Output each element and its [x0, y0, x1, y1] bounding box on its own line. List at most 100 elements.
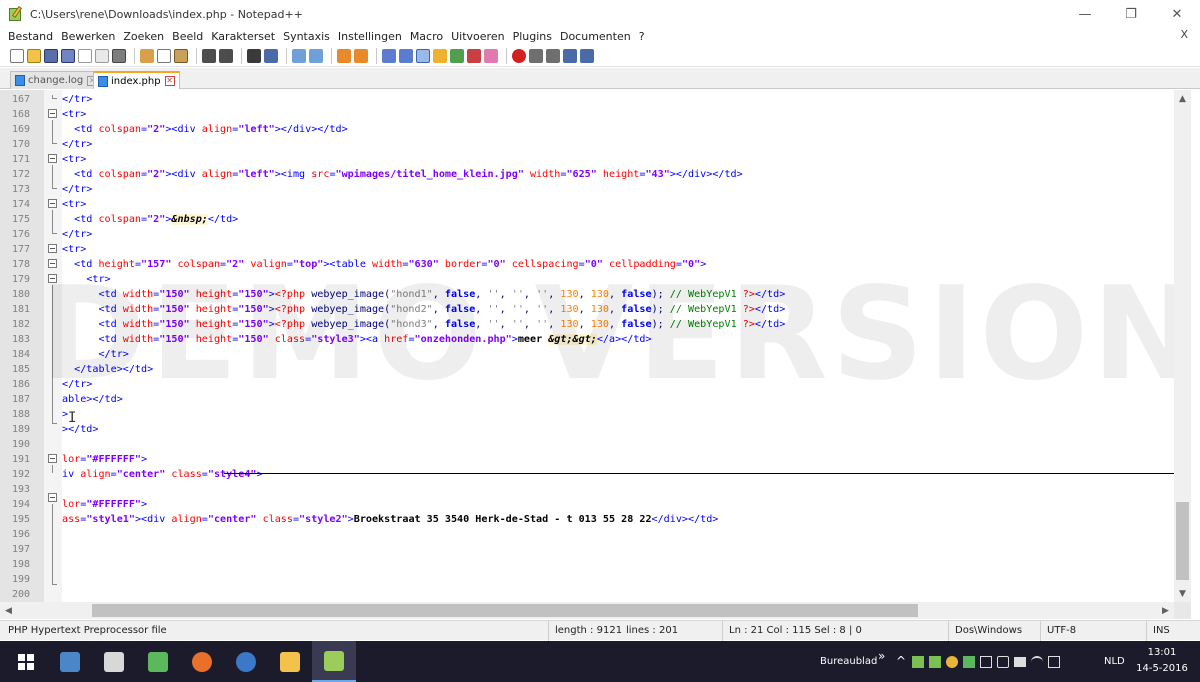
- copy-icon[interactable]: [157, 48, 171, 63]
- tray-app-icon[interactable]: [929, 655, 941, 668]
- scroll-left-icon[interactable]: ◀: [0, 602, 17, 619]
- code-line[interactable]: 180 <td width="150" height="150"><?php w…: [12, 287, 1174, 302]
- code-text[interactable]: <td width="150" height="150" class="styl…: [62, 332, 652, 347]
- code-text[interactable]: able></td>: [62, 392, 123, 407]
- code-line[interactable]: 185 </table></td>: [12, 362, 1174, 377]
- code-line[interactable]: 177 <tr>: [12, 242, 1174, 257]
- code-text[interactable]: </tr>: [62, 347, 128, 362]
- code-line[interactable]: 178 <td height="157" colspan="2" valign=…: [12, 257, 1174, 272]
- tray-app-icon[interactable]: [946, 655, 958, 668]
- print-icon[interactable]: [112, 48, 126, 63]
- code-line[interactable]: 167 </tr>: [12, 92, 1174, 107]
- code-line[interactable]: 186 </tr>: [12, 377, 1174, 392]
- fold-toggle-icon[interactable]: [48, 199, 57, 208]
- code-line[interactable]: 169 <td colspan="2"><div align="left"></…: [12, 122, 1174, 137]
- scroll-down-icon[interactable]: ▼: [1174, 585, 1191, 602]
- word-wrap-icon[interactable]: [382, 48, 396, 63]
- code-line[interactable]: 182 <td width="150" height="150"><?php w…: [12, 317, 1174, 332]
- fold-margin[interactable]: [44, 90, 62, 602]
- code-editor[interactable]: 167 </tr> 168 <tr> 169 <td colspan="2"><div …: [0, 90, 1200, 602]
- code-text[interactable]: <td width="150" height="150"><?php webye…: [62, 317, 785, 332]
- sync-horizontal-icon[interactable]: [354, 48, 368, 63]
- code-text[interactable]: <td colspan="2"><div align="left"></div>…: [62, 122, 348, 137]
- code-line[interactable]: 191 lor="#FFFFFF">: [12, 452, 1174, 467]
- menu-beeld[interactable]: Beeld: [172, 30, 203, 43]
- code-line[interactable]: 175 <td colspan="2">&nbsp;</td>: [12, 212, 1174, 227]
- close-file-icon[interactable]: [78, 48, 92, 63]
- fold-toggle-icon[interactable]: [48, 244, 57, 253]
- fold-toggle-icon[interactable]: [48, 274, 57, 283]
- redo-icon[interactable]: [219, 48, 233, 63]
- taskbar-app-file-explorer[interactable]: [268, 641, 312, 682]
- code-line[interactable]: 183 <td width="150" height="150" class="…: [12, 332, 1174, 347]
- minimize-button[interactable]: —: [1062, 0, 1108, 28]
- taskbar-app-network[interactable]: [48, 641, 92, 682]
- fold-toggle-icon[interactable]: [48, 154, 57, 163]
- code-text[interactable]: <td width="150" height="150"><?php webye…: [62, 302, 785, 317]
- close-all-icon[interactable]: [95, 48, 109, 63]
- horizontal-scrollbar[interactable]: ◀ ▶: [0, 602, 1174, 619]
- menu-instellingen[interactable]: Instellingen: [338, 30, 402, 43]
- fold-toggle-icon[interactable]: [48, 109, 57, 118]
- open-file-icon[interactable]: [27, 48, 41, 63]
- horizontal-scroll-thumb[interactable]: [92, 604, 918, 617]
- menu-zoeken[interactable]: Zoeken: [123, 30, 164, 43]
- taskbar-app-notepad-plus-plus[interactable]: [312, 641, 356, 682]
- code-line[interactable]: 172 <td colspan="2"><div align="left"><i…: [12, 167, 1174, 182]
- tab-index-php[interactable]: index.php ✕: [93, 71, 180, 89]
- code-line[interactable]: 197: [12, 542, 1174, 557]
- show-hidden-icons[interactable]: ^: [896, 641, 906, 682]
- user-defined-language-icon[interactable]: [433, 48, 447, 63]
- menu-plugins[interactable]: Plugins: [513, 30, 552, 43]
- menu-karakterset[interactable]: Karakterset: [211, 30, 275, 43]
- scroll-right-icon[interactable]: ▶: [1157, 602, 1174, 619]
- code-line[interactable]: 200: [12, 587, 1174, 602]
- status-insert-mode[interactable]: INS: [1146, 621, 1200, 641]
- code-text[interactable]: <td height="157" colspan="2" valign="top…: [62, 257, 706, 272]
- code-text[interactable]: <tr>: [62, 197, 86, 212]
- record-macro-icon[interactable]: [512, 48, 526, 63]
- code-line[interactable]: 168 <tr>: [12, 107, 1174, 122]
- code-line[interactable]: 174 <tr>: [12, 197, 1174, 212]
- code-line[interactable]: 192 iv align="center" class="style4">: [12, 467, 1174, 482]
- code-text-area[interactable]: 167 </tr> 168 <tr> 169 <td colspan="2"><div …: [12, 90, 1174, 602]
- action-center-icon[interactable]: [1048, 655, 1060, 668]
- code-text[interactable]: </tr>: [62, 227, 92, 242]
- code-line[interactable]: 187 able></td>: [12, 392, 1174, 407]
- indent-guide-icon[interactable]: [416, 48, 430, 63]
- cut-icon[interactable]: [140, 48, 154, 63]
- find-icon[interactable]: [247, 48, 261, 63]
- input-language[interactable]: NLD: [1104, 641, 1125, 682]
- document-map-icon[interactable]: [450, 48, 464, 63]
- display-icon[interactable]: [980, 655, 992, 668]
- code-line[interactable]: 198: [12, 557, 1174, 572]
- save-all-icon[interactable]: [61, 48, 75, 63]
- code-text[interactable]: <tr>: [62, 152, 86, 167]
- code-text[interactable]: <td colspan="2">&nbsp;</td>: [62, 212, 238, 227]
- taskbar-app-thunderbird[interactable]: [224, 641, 268, 682]
- volume-icon[interactable]: [997, 655, 1009, 668]
- scroll-up-icon[interactable]: ▲: [1174, 90, 1191, 107]
- status-encoding[interactable]: UTF-8: [1040, 621, 1146, 641]
- vertical-scrollbar[interactable]: ▲ ▼: [1174, 90, 1191, 602]
- code-text[interactable]: <tr>: [62, 107, 86, 122]
- maximize-button[interactable]: ❐: [1108, 0, 1154, 28]
- wifi-icon[interactable]: [1031, 655, 1043, 668]
- code-line[interactable]: 171 <tr>: [12, 152, 1174, 167]
- code-line[interactable]: 199: [12, 572, 1174, 587]
- code-line[interactable]: 189 ></td>: [12, 422, 1174, 437]
- fold-toggle-icon[interactable]: [48, 259, 57, 268]
- code-line[interactable]: 181 <td width="150" height="150"><?php w…: [12, 302, 1174, 317]
- code-text[interactable]: </tr>: [62, 137, 92, 152]
- system-clock[interactable]: 13:01 14-5-2016: [1132, 645, 1192, 677]
- zoom-in-icon[interactable]: [292, 48, 306, 63]
- zoom-out-icon[interactable]: [309, 48, 323, 63]
- fold-toggle-icon[interactable]: [48, 493, 57, 502]
- code-line[interactable]: 196: [12, 527, 1174, 542]
- code-text[interactable]: <td width="150" height="150"><?php webye…: [62, 287, 785, 302]
- code-text[interactable]: lor="#FFFFFF">: [62, 497, 147, 512]
- code-text[interactable]: iv align="center" class="style4">: [62, 467, 263, 482]
- code-text[interactable]: </tr>: [62, 92, 92, 107]
- function-list-icon[interactable]: [467, 48, 481, 63]
- taskbar-app-messenger[interactable]: [136, 641, 180, 682]
